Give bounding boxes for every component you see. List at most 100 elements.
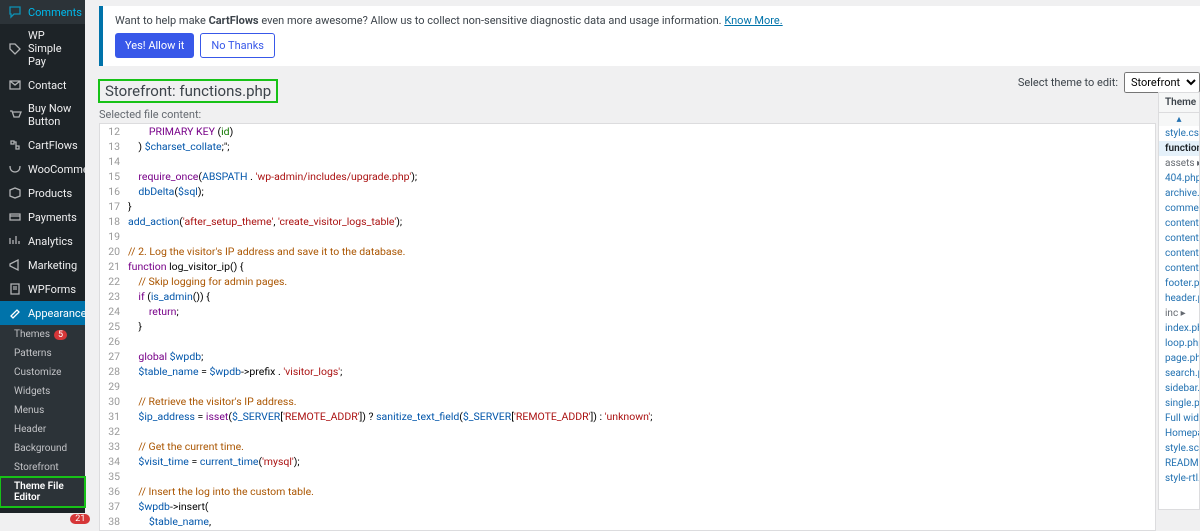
sidebar-item-contact[interactable]: Contact xyxy=(0,73,85,97)
sidebar-item-wpforms[interactable]: WPForms xyxy=(0,277,85,301)
file-item[interactable]: single.php xyxy=(1159,396,1199,411)
submenu-themes[interactable]: Themes5 xyxy=(0,325,85,344)
file-item[interactable]: footer.php xyxy=(1159,276,1199,291)
file-item[interactable]: style.css xyxy=(1159,126,1199,141)
file-item[interactable]: content.php xyxy=(1159,261,1199,276)
no-thanks-button[interactable]: No Thanks xyxy=(200,33,275,58)
code-text[interactable]: dbDelta($sql); xyxy=(128,184,1155,199)
code-line[interactable]: 19 xyxy=(100,229,1155,244)
file-item[interactable]: loop.php xyxy=(1159,336,1199,351)
code-line[interactable]: 35 xyxy=(100,469,1155,484)
code-text[interactable]: $table_name, xyxy=(128,514,1155,529)
code-text[interactable] xyxy=(128,229,1155,244)
code-line[interactable]: 21function log_visitor_ip() { xyxy=(100,259,1155,274)
code-text[interactable]: add_action('after_setup_theme', 'create_… xyxy=(128,214,1155,229)
file-item[interactable]: content-page.php xyxy=(1159,231,1199,246)
code-text[interactable] xyxy=(128,154,1155,169)
code-line[interactable]: 16 dbDelta($sql); xyxy=(100,184,1155,199)
code-editor[interactable]: 12 PRIMARY KEY (id)13 ) $charset_collate… xyxy=(99,123,1156,531)
submenu-header[interactable]: Header xyxy=(0,420,85,439)
submenu-customize[interactable]: Customize xyxy=(0,363,85,382)
code-line[interactable]: 12 PRIMARY KEY (id) xyxy=(100,124,1155,139)
code-line[interactable]: 14 xyxy=(100,154,1155,169)
allow-button[interactable]: Yes! Allow it xyxy=(115,33,194,58)
code-line[interactable]: 30 // Retrieve the visitor's IP address. xyxy=(100,394,1155,409)
file-item[interactable]: Full width template xyxy=(1159,411,1199,426)
code-line[interactable]: 27 global $wpdb; xyxy=(100,349,1155,364)
code-text[interactable]: $ip_address = isset($_SERVER['REMOTE_ADD… xyxy=(128,409,1155,424)
code-line[interactable]: 26 xyxy=(100,334,1155,349)
code-line[interactable]: 18add_action('after_setup_theme', 'creat… xyxy=(100,214,1155,229)
code-text[interactable] xyxy=(128,379,1155,394)
code-text[interactable]: if (is_admin()) { xyxy=(128,289,1155,304)
code-line[interactable]: 22 // Skip logging for admin pages. xyxy=(100,274,1155,289)
file-item[interactable]: header.php xyxy=(1159,291,1199,306)
submenu-menus[interactable]: Menus xyxy=(0,401,85,420)
code-text[interactable]: // Skip logging for admin pages. xyxy=(128,274,1155,289)
sidebar-item-products[interactable]: Products xyxy=(0,181,85,205)
file-item[interactable]: page.php xyxy=(1159,351,1199,366)
file-item[interactable]: content-none.php xyxy=(1159,216,1199,231)
sidebar-item-appearance[interactable]: Appearance xyxy=(0,301,85,325)
theme-select[interactable]: Storefront xyxy=(1124,72,1200,93)
code-text[interactable]: global $wpdb; xyxy=(128,349,1155,364)
file-item[interactable]: sidebar.php xyxy=(1159,381,1199,396)
sidebar-item-payments[interactable]: Payments xyxy=(0,205,85,229)
code-line[interactable]: 17} xyxy=(100,199,1155,214)
code-line[interactable]: 25 } xyxy=(100,319,1155,334)
file-item[interactable]: functions.php xyxy=(1159,141,1199,156)
file-item[interactable]: search.php xyxy=(1159,366,1199,381)
code-text[interactable] xyxy=(128,469,1155,484)
file-item[interactable]: 404.php xyxy=(1159,171,1199,186)
sidebar-item-analytics[interactable]: Analytics xyxy=(0,229,85,253)
submenu-theme-file-editor[interactable]: Theme File Editor xyxy=(0,477,85,507)
sidebar-item-cartflows[interactable]: CartFlows xyxy=(0,133,85,157)
file-item[interactable]: style-rtl.css xyxy=(1159,471,1199,486)
code-line[interactable]: 20// 2. Log the visitor's IP address and… xyxy=(100,244,1155,259)
code-line[interactable]: 32 xyxy=(100,424,1155,439)
code-line[interactable]: 23 if (is_admin()) { xyxy=(100,289,1155,304)
code-text[interactable]: // Insert the log into the custom table. xyxy=(128,484,1155,499)
code-line[interactable]: 37 $wpdb->insert( xyxy=(100,499,1155,514)
sidebar-item-buy-now-button[interactable]: Buy Now Button xyxy=(0,97,85,133)
code-text[interactable]: ) $charset_collate;"; xyxy=(128,139,1155,154)
file-item[interactable]: README.md xyxy=(1159,456,1199,471)
file-item[interactable]: index.php xyxy=(1159,321,1199,336)
file-item[interactable]: archive.php xyxy=(1159,186,1199,201)
code-text[interactable]: // Get the current time. xyxy=(128,439,1155,454)
submenu-storefront[interactable]: Storefront xyxy=(0,458,85,477)
code-text[interactable]: function log_visitor_ip() { xyxy=(128,259,1155,274)
file-item[interactable]: style.scss xyxy=(1159,441,1199,456)
sidebar-item-comments[interactable]: Comments xyxy=(0,0,85,24)
code-line[interactable]: 31 $ip_address = isset($_SERVER['REMOTE_… xyxy=(100,409,1155,424)
code-text[interactable]: PRIMARY KEY (id) xyxy=(128,124,1155,139)
file-item[interactable]: inc ▸ xyxy=(1159,306,1199,321)
code-line[interactable]: 29 xyxy=(100,379,1155,394)
code-text[interactable] xyxy=(128,334,1155,349)
code-line[interactable]: 34 $visit_time = current_time('mysql'); xyxy=(100,454,1155,469)
code-line[interactable]: 28 $table_name = $wpdb->prefix . 'visito… xyxy=(100,364,1155,379)
code-line[interactable]: 36 // Insert the log into the custom tab… xyxy=(100,484,1155,499)
code-line[interactable]: 38 $table_name, xyxy=(100,514,1155,529)
code-text[interactable]: $table_name = $wpdb->prefix . 'visitor_l… xyxy=(128,364,1155,379)
code-line[interactable]: 24 return; xyxy=(100,304,1155,319)
file-item[interactable]: assets ▸ xyxy=(1159,156,1199,171)
code-text[interactable]: $wpdb->insert( xyxy=(128,499,1155,514)
sidebar-item-woocommerce[interactable]: WooCommerce xyxy=(0,157,85,181)
code-text[interactable]: } xyxy=(128,199,1155,214)
submenu-background[interactable]: Background xyxy=(0,439,85,458)
code-text[interactable] xyxy=(128,424,1155,439)
code-text[interactable]: // Retrieve the visitor's IP address. xyxy=(128,394,1155,409)
know-more-link[interactable]: Know More. xyxy=(724,14,782,27)
sidebar-item-wp-simple-pay[interactable]: WP Simple Pay xyxy=(0,24,85,73)
file-item[interactable]: content-single.php xyxy=(1159,246,1199,261)
file-item[interactable]: comments.php xyxy=(1159,201,1199,216)
code-line[interactable]: 33 // Get the current time. xyxy=(100,439,1155,454)
code-line[interactable]: 13 ) $charset_collate;"; xyxy=(100,139,1155,154)
code-line[interactable]: 15 require_once(ABSPATH . 'wp-admin/incl… xyxy=(100,169,1155,184)
code-text[interactable]: } xyxy=(128,319,1155,334)
code-text[interactable]: $visit_time = current_time('mysql'); xyxy=(128,454,1155,469)
submenu-widgets[interactable]: Widgets xyxy=(0,382,85,401)
code-text[interactable]: return; xyxy=(128,304,1155,319)
submenu-patterns[interactable]: Patterns xyxy=(0,344,85,363)
